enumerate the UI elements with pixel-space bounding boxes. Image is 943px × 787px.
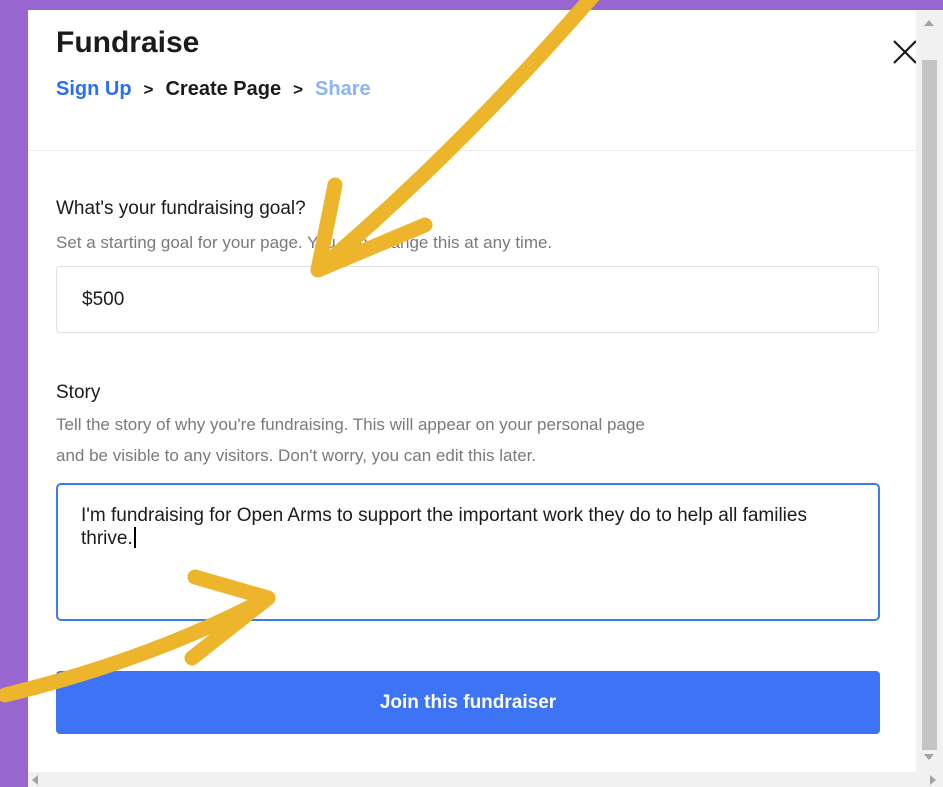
story-hint-line-1: Tell the story of why you're fundraising… [56, 415, 645, 434]
story-hint-line-2: and be visible to any visitors. Don't wo… [56, 446, 537, 465]
header-divider [28, 150, 916, 151]
horizontal-scrollbar[interactable] [28, 772, 943, 787]
goal-hint: Set a starting goal for your page. You c… [56, 233, 553, 252]
scroll-right-icon[interactable] [930, 775, 936, 785]
chevron-right-icon: > [143, 79, 154, 99]
breadcrumb-share: Share [315, 78, 371, 100]
breadcrumb-sign-up[interactable]: Sign Up [56, 78, 132, 101]
scroll-left-icon[interactable] [32, 775, 38, 785]
breadcrumb-create-page: Create Page [165, 78, 282, 100]
breadcrumb: Sign Up > Create Page > Share [56, 78, 371, 101]
fundraise-modal: Fundraise Sign Up > Create Page > Share … [28, 10, 943, 787]
goal-amount-input[interactable]: $500 [56, 266, 879, 333]
scroll-up-icon[interactable] [924, 20, 934, 26]
story-textarea[interactable]: I'm fundraising for Open Arms to support… [56, 483, 880, 621]
scroll-down-icon[interactable] [924, 754, 934, 760]
text-cursor [133, 527, 136, 548]
scrollbar-thumb[interactable] [922, 60, 937, 750]
goal-label: What's your fundraising goal? [56, 198, 306, 219]
modal-title: Fundraise [56, 26, 200, 59]
chevron-right-icon: > [293, 79, 304, 99]
goal-amount-value: $500 [82, 288, 125, 310]
vertical-scrollbar[interactable] [916, 10, 943, 772]
join-fundraiser-button[interactable]: Join this fundraiser [56, 671, 880, 734]
story-label: Story [56, 382, 101, 403]
story-text: I'm fundraising for Open Arms to support… [81, 505, 807, 549]
